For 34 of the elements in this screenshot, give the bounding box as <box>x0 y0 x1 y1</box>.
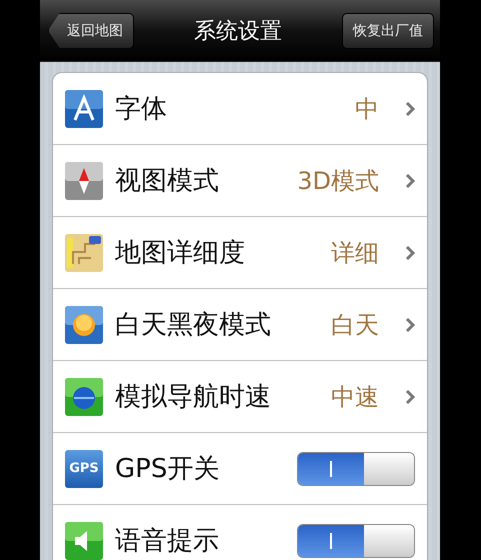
back-button[interactable]: 返回地图 <box>48 12 134 48</box>
chevron-icon <box>405 246 415 260</box>
sun-icon <box>65 306 103 344</box>
chevron-icon <box>405 174 415 188</box>
setting-label: 字体 <box>115 93 168 126</box>
setting-value: 中速 <box>331 382 379 412</box>
settings-row[interactable]: 地图详细度 详细 <box>53 217 427 289</box>
gps-icon: GPS <box>65 450 103 488</box>
setting-label: 模拟导航时速 <box>115 381 272 414</box>
settings-row[interactable]: GPS GPS开关 <box>53 433 427 505</box>
setting-label: 视图模式 <box>115 165 220 198</box>
settings-row[interactable]: 字体 中 <box>53 73 427 145</box>
restore-defaults-button[interactable]: 恢复出厂值 <box>342 12 434 48</box>
setting-label: 语音提示 <box>115 525 220 558</box>
chevron-icon <box>405 102 415 116</box>
setting-label: 地图详细度 <box>115 237 246 270</box>
setting-value: 白天 <box>331 310 379 340</box>
settings-row[interactable]: 语音提示 <box>53 505 427 560</box>
setting-label: 白天黑夜模式 <box>115 309 272 342</box>
letter-a-icon <box>65 90 103 128</box>
map-icon <box>65 234 103 272</box>
screen-title: 系统设置 <box>194 18 282 46</box>
chevron-icon <box>405 318 415 332</box>
chevron-icon <box>405 390 415 404</box>
settings-row[interactable]: 视图模式 3D模式 <box>53 145 427 217</box>
setting-label: GPS开关 <box>115 453 220 486</box>
toggle-switch[interactable] <box>297 452 415 486</box>
setting-value: 中 <box>355 94 379 124</box>
toggle-switch[interactable] <box>297 524 415 558</box>
settings-row[interactable]: 模拟导航时速 中速 <box>53 361 427 433</box>
settings-row[interactable]: 白天黑夜模式 白天 <box>53 289 427 361</box>
setting-value: 3D模式 <box>297 166 379 196</box>
compass-icon <box>65 162 103 200</box>
setting-value: 详细 <box>331 238 379 268</box>
